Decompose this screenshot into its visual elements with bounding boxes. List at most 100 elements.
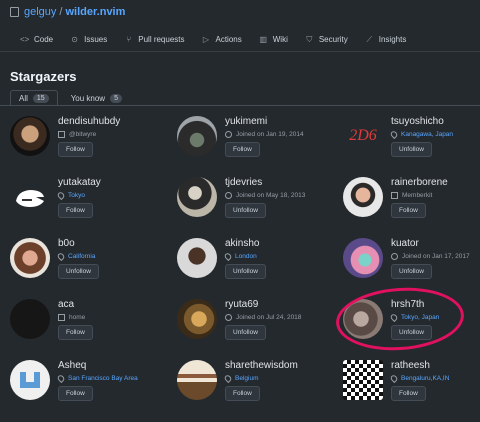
clock-icon bbox=[225, 192, 232, 199]
user-card: Asheq San Francisco Bay Area Follow bbox=[0, 360, 160, 418]
subtab-you-know-label: You know bbox=[70, 93, 106, 103]
tab-wiki[interactable]: ▥ Wiki bbox=[251, 28, 297, 50]
username-link[interactable]: tjdevries bbox=[225, 177, 262, 188]
tab-wiki-label: Wiki bbox=[272, 34, 288, 44]
avatar[interactable] bbox=[177, 177, 217, 217]
organization-icon bbox=[391, 192, 398, 199]
username-link[interactable]: Asheq bbox=[58, 360, 86, 371]
subtab-divider bbox=[0, 105, 480, 106]
user-meta: Memberkit bbox=[391, 192, 432, 199]
user-meta: San Francisco Bay Area bbox=[56, 373, 138, 384]
avatar[interactable] bbox=[10, 299, 50, 339]
avatar[interactable] bbox=[177, 238, 217, 278]
unfollow-button[interactable]: Unfollow bbox=[225, 264, 266, 279]
avatar[interactable] bbox=[10, 177, 50, 217]
user-meta: Joined on Jan 19, 2014 bbox=[225, 131, 304, 138]
repo-name-link[interactable]: wilder.nvim bbox=[65, 6, 125, 18]
follow-button[interactable]: Follow bbox=[58, 142, 93, 157]
repo-owner-link[interactable]: gelguy bbox=[24, 6, 56, 18]
unfollow-button[interactable]: Unfollow bbox=[225, 325, 266, 340]
follow-button[interactable]: Follow bbox=[225, 142, 260, 157]
avatar[interactable] bbox=[343, 177, 383, 217]
follow-button[interactable]: Follow bbox=[58, 203, 93, 218]
user-meta-text: California bbox=[68, 253, 96, 260]
avatar-text: 2D6 bbox=[349, 127, 377, 144]
user-meta: Joined on Jul 24, 2018 bbox=[225, 314, 301, 321]
user-meta-text: London bbox=[235, 253, 257, 260]
username-link[interactable]: sharethewisdom bbox=[225, 360, 298, 371]
user-meta-text: Joined on Jan 17, 2017 bbox=[402, 253, 470, 260]
username-link[interactable]: dendisuhubdy bbox=[58, 116, 120, 127]
breadcrumb-separator: / bbox=[59, 6, 63, 18]
location-icon bbox=[56, 190, 66, 201]
subtab-all-label: All bbox=[19, 93, 28, 103]
subtab-all[interactable]: All 15 bbox=[10, 90, 58, 106]
issue-icon: ⊙ bbox=[71, 34, 78, 44]
unfollow-button[interactable]: Unfollow bbox=[391, 142, 432, 157]
repo-icon bbox=[10, 7, 19, 17]
shield-icon: ⛉ bbox=[306, 34, 313, 44]
location-icon bbox=[223, 251, 233, 262]
username-link[interactable]: ratheesh bbox=[391, 360, 430, 371]
tab-pull-requests[interactable]: ⑂ Pull requests bbox=[116, 28, 193, 50]
subtab-you-know[interactable]: You know 5 bbox=[62, 90, 131, 106]
clock-icon bbox=[391, 253, 398, 260]
tab-security[interactable]: ⛉ Security bbox=[297, 28, 357, 50]
username-link[interactable]: b0o bbox=[58, 238, 75, 249]
tab-insights[interactable]: ⟋ Insights bbox=[357, 28, 416, 50]
user-card: rainerborene Memberkit Follow bbox=[333, 177, 480, 235]
username-link[interactable]: tsuyoshicho bbox=[391, 116, 444, 127]
username-link[interactable]: yutakatay bbox=[58, 177, 101, 188]
avatar[interactable] bbox=[10, 360, 50, 400]
user-meta-text: Joined on Jul 24, 2018 bbox=[236, 314, 302, 321]
tab-code[interactable]: <> Code bbox=[12, 28, 62, 50]
user-card: tjdevries Joined on May 18, 2013 Unfollo… bbox=[167, 177, 327, 235]
follow-button[interactable]: Follow bbox=[391, 203, 426, 218]
clock-icon bbox=[225, 314, 232, 321]
user-card: dendisuhubdy @bitwyre Follow bbox=[0, 116, 160, 174]
avatar[interactable] bbox=[343, 238, 383, 278]
user-meta: Kanagawa, Japan bbox=[389, 129, 453, 140]
location-icon bbox=[389, 373, 399, 384]
unfollow-button[interactable]: Unfollow bbox=[391, 264, 432, 279]
stargazer-filter-tabs: All 15 You know 5 bbox=[10, 90, 131, 106]
avatar[interactable] bbox=[10, 116, 50, 156]
tab-actions[interactable]: ▷ Actions bbox=[194, 28, 251, 50]
avatar[interactable] bbox=[177, 299, 217, 339]
tab-issues[interactable]: ⊙ Issues bbox=[62, 28, 116, 50]
tab-code-label: Code bbox=[34, 34, 54, 44]
unfollow-button[interactable]: Unfollow bbox=[225, 203, 266, 218]
tab-security-label: Security bbox=[318, 34, 348, 44]
username-link[interactable]: aca bbox=[58, 299, 74, 310]
username-link[interactable]: rainerborene bbox=[391, 177, 448, 188]
username-link[interactable]: akinsho bbox=[225, 238, 259, 249]
organization-icon bbox=[58, 131, 65, 138]
user-card: yukimemi Joined on Jan 19, 2014 Follow bbox=[167, 116, 327, 174]
location-icon bbox=[56, 251, 66, 262]
unfollow-button[interactable]: Unfollow bbox=[58, 264, 99, 279]
location-icon bbox=[56, 373, 66, 384]
avatar[interactable] bbox=[343, 360, 383, 400]
avatar[interactable] bbox=[177, 360, 217, 400]
user-card: b0o California Unfollow bbox=[0, 238, 160, 296]
follow-button[interactable]: Follow bbox=[58, 386, 93, 401]
user-meta-text: @bitwyre bbox=[69, 131, 97, 138]
play-icon: ▷ bbox=[202, 34, 210, 44]
follow-button[interactable]: Follow bbox=[58, 325, 93, 340]
username-link[interactable]: ryuta69 bbox=[225, 299, 258, 310]
user-card: ratheesh Bengaluru,KA,IN Follow bbox=[333, 360, 480, 418]
username-link[interactable]: kuator bbox=[391, 238, 419, 249]
code-icon: <> bbox=[20, 34, 30, 44]
avatar[interactable]: 2D6 bbox=[343, 116, 383, 156]
user-card: aca home Follow bbox=[0, 299, 160, 357]
follow-button[interactable]: Follow bbox=[391, 386, 426, 401]
tab-pull-requests-label: Pull requests bbox=[138, 34, 185, 44]
avatar[interactable] bbox=[10, 238, 50, 278]
user-meta: home bbox=[58, 314, 85, 321]
follow-button[interactable]: Follow bbox=[225, 386, 260, 401]
avatar[interactable] bbox=[177, 116, 217, 156]
location-icon bbox=[389, 129, 399, 140]
identicon-icon bbox=[20, 372, 40, 388]
user-card: ryuta69 Joined on Jul 24, 2018 Unfollow bbox=[167, 299, 327, 357]
username-link[interactable]: yukimemi bbox=[225, 116, 267, 127]
